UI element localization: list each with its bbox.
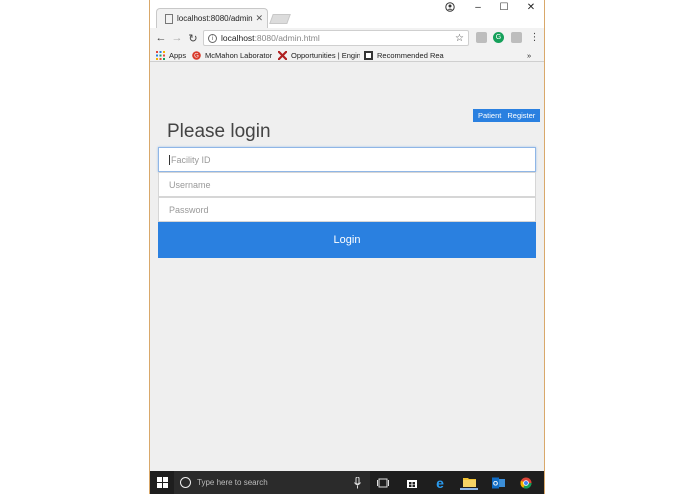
edge-browser-icon[interactable]: e — [432, 475, 448, 491]
browser-window: localhost:8080/admin.htm ✕ – ☐ ✕ ← → ↻ i… — [149, 0, 545, 494]
text-caret — [169, 154, 170, 165]
bookmark-recommended[interactable]: Recommended Readi — [364, 49, 444, 61]
bookmark-label: Opportunities | Engin — [291, 50, 360, 60]
cortana-icon — [180, 477, 191, 488]
outlook-icon[interactable]: O — [490, 475, 506, 490]
new-tab-button[interactable] — [269, 14, 291, 24]
url-host: localhost — [221, 33, 255, 43]
apps-grid-icon — [156, 50, 165, 60]
microphone-icon[interactable] — [350, 475, 364, 490]
bookmark-label: Apps — [169, 50, 187, 60]
extension-icon[interactable] — [476, 32, 487, 43]
url-path: :8080/admin.html — [254, 33, 320, 43]
forward-icon[interactable]: → — [169, 32, 185, 44]
back-icon[interactable]: ← — [153, 32, 169, 44]
bookmark-label: Recommended Readi — [377, 50, 444, 60]
mcmahon-icon: G — [192, 50, 201, 60]
login-button[interactable]: Login — [158, 222, 536, 258]
password-input[interactable]: Password — [158, 197, 536, 222]
page-icon — [165, 13, 173, 24]
task-view-icon[interactable] — [375, 475, 391, 490]
page-content: Patient Register Please login Facility I… — [150, 63, 544, 471]
extension-icon[interactable] — [511, 32, 522, 43]
svg-text:O: O — [492, 480, 497, 487]
bookmark-opportunities[interactable]: Opportunities | Engin — [278, 49, 360, 61]
facility-id-placeholder: Facility ID — [171, 154, 211, 165]
bookmark-mcmahon[interactable]: G McMahon Laboratory — [192, 49, 272, 61]
store-icon[interactable] — [404, 475, 420, 490]
svg-text:G: G — [194, 53, 199, 59]
tab-close-icon[interactable]: ✕ — [255, 13, 263, 24]
taskbar: Type here to search e O — [150, 471, 544, 494]
file-explorer-icon[interactable] — [460, 475, 478, 490]
recommended-icon — [364, 50, 373, 60]
bookmarks-bar: Apps G McMahon Laboratory Opportunities … — [150, 48, 544, 62]
address-bar[interactable]: i localhost:8080/admin.html ☆ — [203, 30, 469, 46]
password-placeholder: Password — [169, 204, 209, 215]
opportunities-icon — [278, 50, 287, 60]
username-input[interactable]: Username — [158, 172, 536, 197]
title-bar: localhost:8080/admin.htm ✕ – ☐ ✕ — [150, 0, 544, 28]
nav-patient-link[interactable]: Patient — [475, 111, 504, 120]
page-title: Please login — [167, 121, 271, 142]
bookmarks-overflow-button[interactable]: » — [527, 49, 531, 61]
minimize-button[interactable]: – — [465, 2, 491, 13]
site-info-icon[interactable]: i — [208, 33, 217, 43]
grammarly-icon[interactable]: G — [493, 32, 504, 43]
bookmark-star-icon[interactable]: ☆ — [455, 33, 464, 44]
taskbar-search-placeholder: Type here to search — [197, 478, 268, 487]
tab-title: localhost:8080/admin.htm — [177, 14, 253, 23]
close-window-button[interactable]: ✕ — [518, 2, 544, 13]
menu-kebab-icon[interactable]: ⋮ — [529, 32, 540, 43]
nav-register-link[interactable]: Register — [504, 111, 538, 120]
chrome-app-icon[interactable] — [518, 475, 534, 490]
bookmark-label: McMahon Laboratory — [205, 50, 272, 60]
username-placeholder: Username — [169, 179, 211, 190]
browser-tab[interactable]: localhost:8080/admin.htm ✕ — [156, 8, 268, 28]
top-nav: Patient Register — [473, 109, 541, 122]
facility-id-input[interactable]: Facility ID — [158, 147, 536, 172]
bookmark-apps[interactable]: Apps — [156, 49, 186, 61]
taskbar-search-box[interactable]: Type here to search — [174, 471, 370, 494]
reload-icon[interactable]: ↻ — [185, 32, 201, 45]
profile-icon[interactable] — [437, 2, 463, 15]
maximize-button[interactable]: ☐ — [491, 2, 517, 13]
windows-start-icon[interactable] — [153, 475, 171, 490]
